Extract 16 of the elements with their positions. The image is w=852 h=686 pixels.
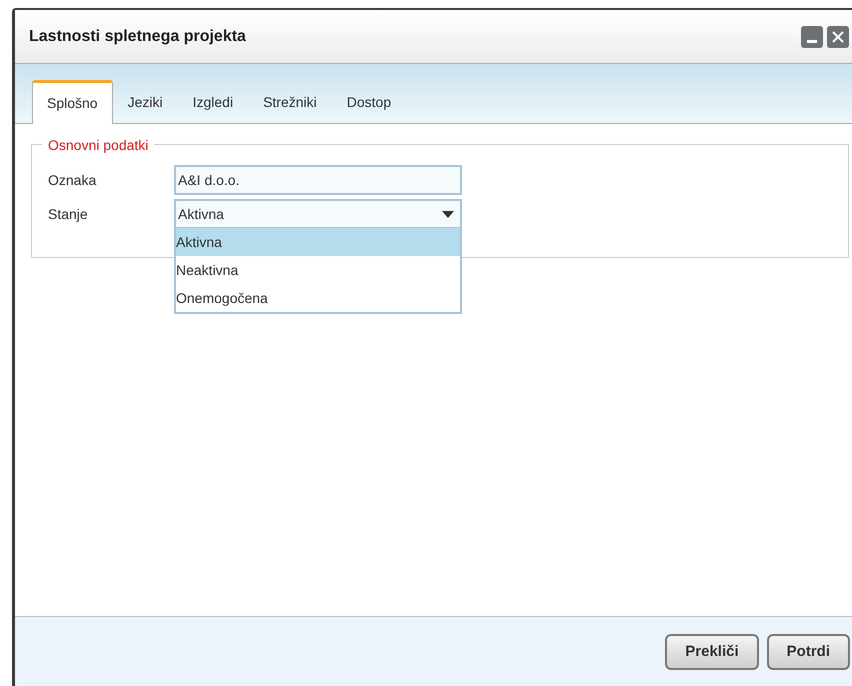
tab[interactable]: Strežniki [248,80,332,124]
window-title: Lastnosti spletnega projekta [29,26,246,46]
dropdown-option[interactable]: Aktivna [176,228,460,256]
text-field[interactable]: A&I d.o.o. [174,165,462,195]
dropdown-field[interactable]: Aktivna [174,199,462,229]
tab[interactable]: Jeziki [112,80,178,124]
dialog-button[interactable]: Prekliči [665,634,759,670]
field-label: Oznaka [48,170,98,190]
close-icon[interactable] [827,26,849,48]
tab[interactable]: Izgledi [178,80,248,124]
minimize-icon[interactable] [801,26,823,48]
dialog-button[interactable]: Potrdi [766,634,850,670]
field-label: Stanje [48,204,89,224]
caret-icon [442,210,454,218]
tab[interactable]: Dostop [332,80,406,124]
tab[interactable]: Splošno [32,80,113,124]
